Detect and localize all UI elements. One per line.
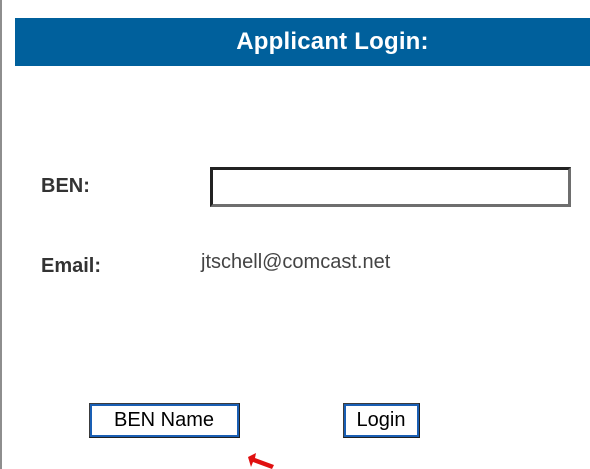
ben-name-button[interactable]: BEN Name xyxy=(89,403,240,438)
red-arrow-pointer-icon xyxy=(248,453,274,469)
email-value: jtschell@comcast.net xyxy=(201,251,391,273)
left-border xyxy=(0,0,2,469)
header-bar: Applicant Login: xyxy=(15,18,590,66)
login-button[interactable]: Login xyxy=(343,403,420,438)
email-label: Email: xyxy=(41,255,102,277)
applicant-login-page: Applicant Login: BEN: Email: jtschell@co… xyxy=(0,0,590,469)
page-title: Applicant Login: xyxy=(236,28,429,55)
ben-input[interactable] xyxy=(210,167,571,207)
ben-label: BEN: xyxy=(41,175,90,197)
